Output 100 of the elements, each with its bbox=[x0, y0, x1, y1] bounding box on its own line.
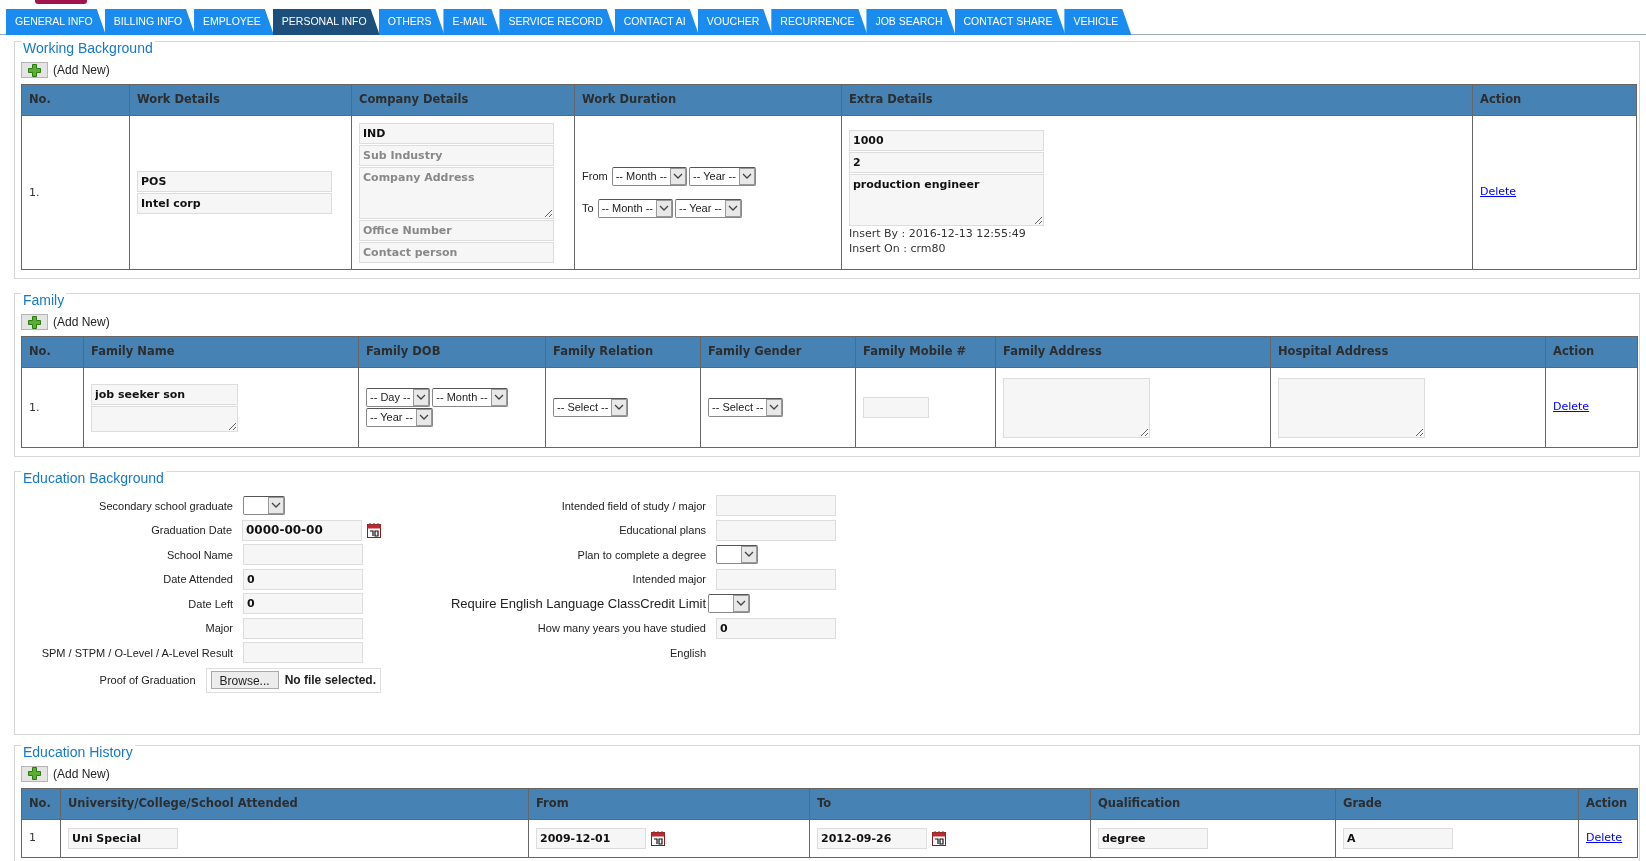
chevron-down-icon bbox=[741, 546, 757, 564]
add-button[interactable] bbox=[21, 314, 48, 330]
calendar-icon bbox=[932, 830, 946, 846]
text-field[interactable] bbox=[716, 568, 836, 590]
header-bar-edge bbox=[35, 0, 87, 4]
select-field[interactable]: -- Month -- bbox=[597, 199, 673, 218]
chevron-down-icon bbox=[724, 200, 741, 217]
column-header: Family Name bbox=[83, 336, 359, 368]
chevron-down-icon bbox=[670, 168, 686, 185]
column-header: Action bbox=[1578, 788, 1638, 819]
select-field[interactable]: -- Select -- bbox=[553, 398, 629, 417]
text-field[interactable]: job seeker son bbox=[91, 383, 238, 405]
text-field[interactable]: 0 bbox=[243, 568, 363, 590]
text-area[interactable] bbox=[91, 405, 238, 432]
field-label: Proof of Graduation bbox=[98, 672, 196, 688]
column-header: Family Mobile # bbox=[855, 336, 996, 368]
column-header: No. bbox=[21, 788, 61, 819]
chevron-down-icon bbox=[611, 399, 628, 416]
chevron-down-icon bbox=[655, 200, 672, 217]
select-field[interactable]: -- Day -- bbox=[366, 388, 431, 407]
delete-link[interactable]: Delete bbox=[1480, 184, 1517, 201]
column-header: Action bbox=[1545, 336, 1638, 368]
insert-info: Insert On : crm80 bbox=[849, 241, 947, 256]
add-new-label: (Add New) bbox=[53, 62, 110, 79]
column-header: Qualification bbox=[1090, 788, 1336, 819]
text-area[interactable] bbox=[1003, 377, 1150, 438]
chevron-down-icon bbox=[415, 409, 432, 426]
add-new-label: (Add New) bbox=[53, 765, 110, 783]
section-title: Working Background bbox=[21, 38, 155, 59]
date-field[interactable]: 2009-12-01 bbox=[536, 827, 646, 849]
text-area[interactable]: production engineer bbox=[849, 173, 1044, 226]
field-label: Major bbox=[204, 621, 233, 636]
column-header: University/College/School Attended bbox=[60, 788, 529, 819]
text-field[interactable]: A bbox=[1343, 827, 1453, 849]
select-field[interactable]: -- Month -- bbox=[432, 388, 508, 407]
row-number: 1. bbox=[29, 185, 41, 200]
field-label: Require English Language ClassCredit Limit bbox=[449, 595, 706, 613]
text-field[interactable] bbox=[243, 642, 363, 664]
text-field[interactable]: Uni Special bbox=[68, 827, 178, 849]
select-field[interactable] bbox=[708, 594, 750, 614]
column-header: No. bbox=[21, 84, 130, 116]
insert-info: Insert By : 2016-12-13 12:55:49 bbox=[849, 226, 1027, 241]
text-field[interactable]: 1000 bbox=[849, 129, 1044, 151]
text-field[interactable] bbox=[243, 617, 363, 639]
text-area[interactable] bbox=[1278, 377, 1425, 438]
select-field[interactable]: -- Year -- bbox=[689, 167, 756, 186]
column-header: Work Details bbox=[129, 84, 352, 116]
field-label: Intended field of study / major bbox=[560, 498, 706, 514]
field-label: From bbox=[582, 169, 608, 185]
row-number: 1 bbox=[29, 831, 37, 845]
section-title: Education Background bbox=[21, 468, 166, 489]
field-label: Graduation Date bbox=[150, 523, 232, 538]
text-field[interactable] bbox=[863, 397, 929, 418]
column-header: Extra Details bbox=[841, 84, 1473, 116]
select-field[interactable]: -- Year -- bbox=[674, 199, 742, 218]
text-field[interactable] bbox=[243, 544, 363, 566]
text-field[interactable]: Contact person bbox=[359, 241, 554, 263]
text-field[interactable]: Office Number bbox=[359, 219, 554, 241]
field-label: Educational plans bbox=[618, 523, 706, 538]
plus-icon bbox=[28, 63, 41, 77]
text-field[interactable]: IND bbox=[359, 122, 554, 144]
column-header: To bbox=[809, 788, 1091, 819]
field-label: Plan to complete a degree bbox=[576, 547, 706, 563]
chevron-down-icon bbox=[413, 389, 430, 406]
column-header: Family Address bbox=[995, 336, 1271, 368]
column-header: Work Duration bbox=[574, 84, 842, 116]
date-field[interactable]: 0000-00-00 bbox=[242, 519, 362, 541]
date-field[interactable]: 2012-09-26 bbox=[817, 827, 927, 849]
text-field[interactable]: POS bbox=[137, 171, 332, 192]
select-field[interactable]: -- Month -- bbox=[611, 167, 687, 186]
add-button[interactable] bbox=[21, 765, 48, 782]
add-new-label: (Add New) bbox=[53, 314, 110, 331]
field-label: English bbox=[668, 645, 706, 661]
column-header: Hospital Address bbox=[1270, 336, 1546, 368]
column-header: Family DOB bbox=[358, 336, 546, 368]
select-field[interactable]: -- Year -- bbox=[366, 408, 433, 427]
column-header: Company Details bbox=[351, 84, 575, 116]
field-label: How many years you have studied bbox=[536, 621, 706, 636]
column-header: Grade bbox=[1335, 788, 1579, 819]
text-area[interactable]: Company Address bbox=[359, 166, 554, 219]
text-field[interactable]: 0 bbox=[243, 593, 363, 615]
text-field[interactable]: degree bbox=[1098, 827, 1208, 849]
delete-link[interactable]: Delete bbox=[1553, 399, 1590, 416]
file-input[interactable]: Browse... No file selected. bbox=[205, 667, 381, 693]
select-field[interactable]: -- Select -- bbox=[708, 398, 784, 417]
text-field[interactable] bbox=[716, 519, 836, 541]
text-field[interactable]: Sub Industry bbox=[359, 144, 554, 166]
text-field[interactable] bbox=[716, 495, 836, 517]
column-header: No. bbox=[21, 336, 84, 368]
select-field[interactable] bbox=[243, 496, 285, 516]
text-field[interactable]: Intel corp bbox=[137, 193, 332, 214]
field-label: SPM / STPM / O-Level / A-Level Result bbox=[40, 645, 233, 661]
field-label: Intended major bbox=[631, 572, 706, 587]
select-field[interactable] bbox=[716, 545, 758, 565]
column-header: Family Relation bbox=[545, 336, 701, 368]
text-field[interactable]: 2 bbox=[849, 151, 1044, 173]
add-button[interactable] bbox=[21, 62, 48, 78]
calendar-icon bbox=[651, 830, 665, 846]
text-field[interactable]: 0 bbox=[716, 617, 836, 639]
tab[interactable]: PERSONAL INFO bbox=[272, 9, 380, 35]
